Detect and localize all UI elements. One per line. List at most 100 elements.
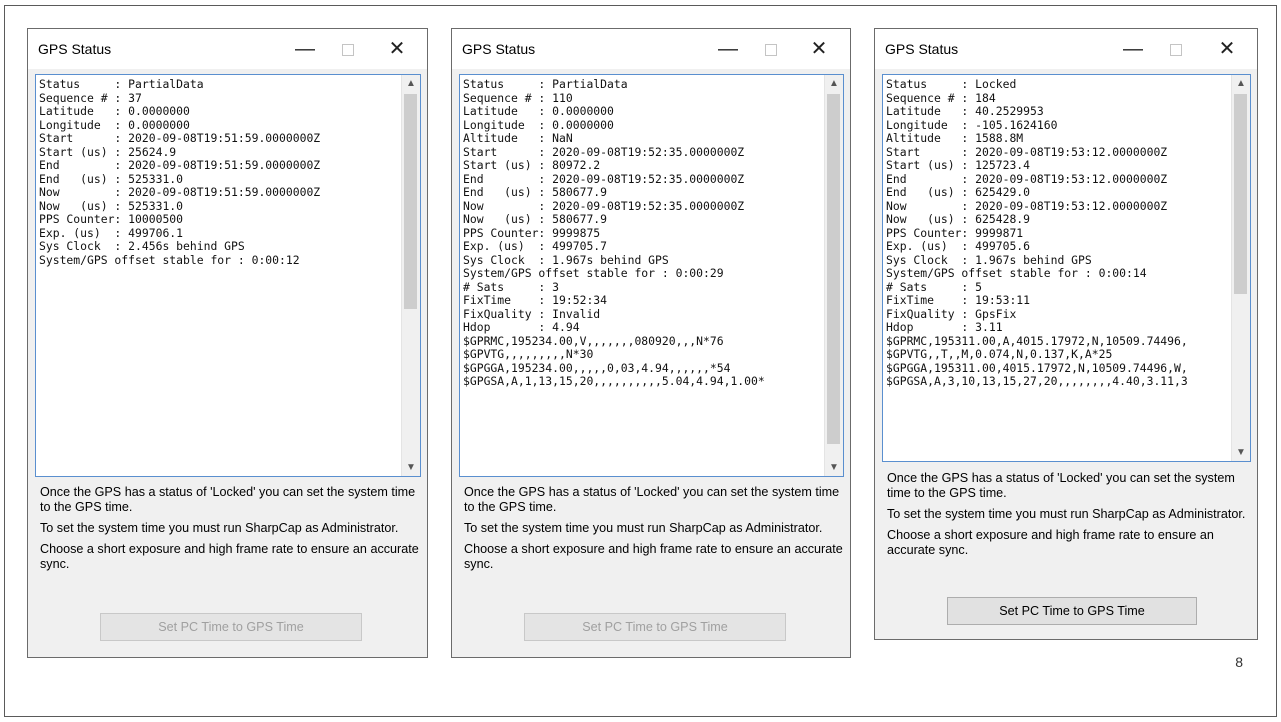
status-line: Exp. (us) : 499706.1 [39, 225, 184, 240]
status-line: Altitude : 1588.8M [886, 131, 1024, 145]
status-line: Status : PartialData [463, 78, 628, 91]
status-line: FixTime : 19:52:34 [463, 293, 608, 307]
status-line: Longitude : 0.0000000 [39, 117, 190, 132]
maximize-icon [765, 44, 777, 57]
status-line: $GPGGA,195311.00,4015.17972,N,10509.7449… [886, 360, 1188, 375]
scroll-thumb[interactable] [1234, 94, 1247, 294]
status-line: Sequence # : 37 [39, 90, 142, 105]
status-line: Longitude : 0.0000000 [463, 117, 614, 132]
status-line: Exp. (us) : 499705.7 [463, 239, 608, 253]
minimize-button[interactable]: — [1116, 34, 1150, 64]
title-bar[interactable]: GPS Status — ✕ [28, 29, 427, 69]
instruction-exposure: Choose a short exposure and high frame r… [887, 528, 1214, 557]
scroll-down-arrow-icon[interactable]: ▼ [825, 459, 843, 476]
status-line: FixQuality : Invalid [463, 306, 601, 321]
status-line: Start : 2020-09-08T19:53:12.0000000Z [886, 144, 1168, 159]
status-line: Altitude : NaN [463, 131, 573, 145]
status-line: End (us) : 525331.0 [39, 171, 184, 186]
instruction-admin: To set the system time you must run Shar… [464, 521, 823, 535]
status-line: Latitude : 0.0000000 [39, 104, 190, 118]
status-line: FixQuality : GpsFix [886, 306, 1017, 321]
gps-status-text: Status : PartialData Sequence # : 37 Latit… [39, 78, 400, 476]
status-line: FixTime : 19:53:11 [886, 293, 1031, 307]
scroll-thumb[interactable] [404, 94, 417, 309]
scroll-up-arrow-icon[interactable]: ▲ [1232, 75, 1250, 92]
maximize-button [1159, 34, 1193, 64]
vertical-scrollbar[interactable]: ▲ ▼ [1231, 75, 1250, 461]
status-line: Now : 2020-09-08T19:52:35.0000000Z [463, 198, 745, 213]
vertical-scrollbar[interactable]: ▲ ▼ [401, 75, 420, 476]
maximize-button [754, 34, 788, 64]
window-title: GPS Status [462, 41, 536, 57]
scroll-up-arrow-icon[interactable]: ▲ [402, 75, 420, 92]
page-number: 8 [1235, 654, 1243, 670]
status-line: $GPGSA,A,3,10,13,15,27,20,,,,,,,,4.40,3.… [886, 374, 1188, 388]
vertical-scrollbar[interactable]: ▲ ▼ [824, 75, 843, 476]
status-line: Hdop : 4.94 [463, 320, 580, 334]
status-line: Hdop : 3.11 [886, 320, 1003, 334]
close-button[interactable]: ✕ [1210, 34, 1244, 64]
window-title: GPS Status [38, 41, 112, 57]
status-line: Sys Clock : 1.967s behind GPS [886, 252, 1092, 267]
status-line: End (us) : 580677.9 [463, 185, 608, 199]
status-line: End : 2020-09-08T19:53:12.0000000Z [886, 171, 1168, 186]
status-line: Now : 2020-09-08T19:53:12.0000000Z [886, 198, 1168, 213]
status-line: Sequence # : 184 [886, 90, 996, 105]
scroll-down-arrow-icon[interactable]: ▼ [402, 459, 420, 476]
title-bar[interactable]: GPS Status — ✕ [452, 29, 850, 69]
instruction-locked: Once the GPS has a status of 'Locked' yo… [40, 485, 416, 514]
status-line: Sys Clock : 2.456s behind GPS [39, 239, 245, 253]
status-line: End (us) : 625429.0 [886, 185, 1031, 199]
status-line: System/GPS offset stable for : 0:00:14 [886, 266, 1147, 280]
set-pc-time-button[interactable]: Set PC Time to GPS Time [947, 597, 1197, 625]
set-pc-time-button[interactable]: Set PC Time to GPS Time [524, 613, 786, 641]
set-pc-time-button[interactable]: Set PC Time to GPS Time [100, 613, 362, 641]
status-line: # Sats : 5 [886, 279, 983, 294]
instruction-locked: Once the GPS has a status of 'Locked' yo… [887, 471, 1235, 500]
close-button[interactable]: ✕ [380, 34, 414, 64]
status-line: Now : 2020-09-08T19:51:59.0000000Z [39, 185, 321, 199]
status-line: PPS Counter: 9999875 [463, 225, 601, 240]
minimize-button[interactable]: — [711, 34, 745, 64]
status-line: End : 2020-09-08T19:52:35.0000000Z [463, 171, 745, 186]
instruction-admin: To set the system time you must run Shar… [40, 521, 399, 535]
status-line: Exp. (us) : 499705.6 [886, 239, 1031, 253]
maximize-icon [1170, 44, 1182, 57]
status-line: End : 2020-09-08T19:51:59.0000000Z [39, 158, 321, 172]
status-line: # Sats : 3 [463, 279, 560, 294]
gps-status-window-3: GPS Status — ✕ Status : Locked Sequence #… [874, 28, 1258, 640]
gps-status-window-2: GPS Status — ✕ Status : PartialData Seque… [451, 28, 851, 658]
instructions: Once the GPS has a status of 'Locked' yo… [464, 485, 844, 578]
scroll-down-arrow-icon[interactable]: ▼ [1232, 444, 1250, 461]
minimize-button[interactable]: — [288, 34, 322, 64]
instruction-locked: Once the GPS has a status of 'Locked' yo… [464, 485, 840, 514]
status-line: Start (us) : 25624.9 [39, 144, 177, 159]
status-line: $GPGGA,195234.00,,,,,0,03,4.94,,,,,,*54 [463, 360, 731, 375]
gps-status-window-1: GPS Status — ✕ Status : PartialData Seque… [27, 28, 428, 658]
instructions: Once the GPS has a status of 'Locked' yo… [40, 485, 421, 578]
status-line: Start : 2020-09-08T19:51:59.0000000Z [39, 131, 321, 145]
status-line: System/GPS offset stable for : 0:00:29 [463, 266, 724, 280]
scroll-thumb[interactable] [827, 94, 840, 444]
status-line: Sequence # : 110 [463, 90, 573, 105]
status-line: Now (us) : 625428.9 [886, 212, 1031, 226]
status-line: $GPVTG,,,,,,,,,N*30 [463, 347, 594, 361]
status-line: Status : Locked [886, 78, 1017, 91]
instruction-exposure: Choose a short exposure and high frame r… [40, 542, 419, 571]
gps-status-textbox[interactable]: Status : PartialData Sequence # : 110 Lati… [459, 74, 844, 477]
title-bar[interactable]: GPS Status — ✕ [875, 29, 1257, 69]
scroll-up-arrow-icon[interactable]: ▲ [825, 75, 843, 92]
status-line: System/GPS offset stable for : 0:00:12 [39, 252, 300, 267]
gps-status-textbox[interactable]: Status : PartialData Sequence # : 37 Latit… [35, 74, 421, 477]
instructions: Once the GPS has a status of 'Locked' yo… [887, 471, 1251, 564]
status-line: Latitude : 40.2529953 [886, 104, 1044, 118]
instruction-exposure: Choose a short exposure and high frame r… [464, 542, 843, 571]
gps-status-textbox[interactable]: Status : Locked Sequence # : 184 Latitude … [882, 74, 1251, 462]
status-line: Latitude : 0.0000000 [463, 104, 614, 118]
status-line: Now (us) : 580677.9 [463, 212, 608, 226]
instruction-admin: To set the system time you must run Shar… [887, 507, 1246, 521]
close-button[interactable]: ✕ [802, 34, 836, 64]
status-line: Now (us) : 525331.0 [39, 198, 184, 213]
status-line: Start (us) : 80972.2 [463, 158, 601, 172]
status-line: Status : PartialData [39, 78, 204, 91]
